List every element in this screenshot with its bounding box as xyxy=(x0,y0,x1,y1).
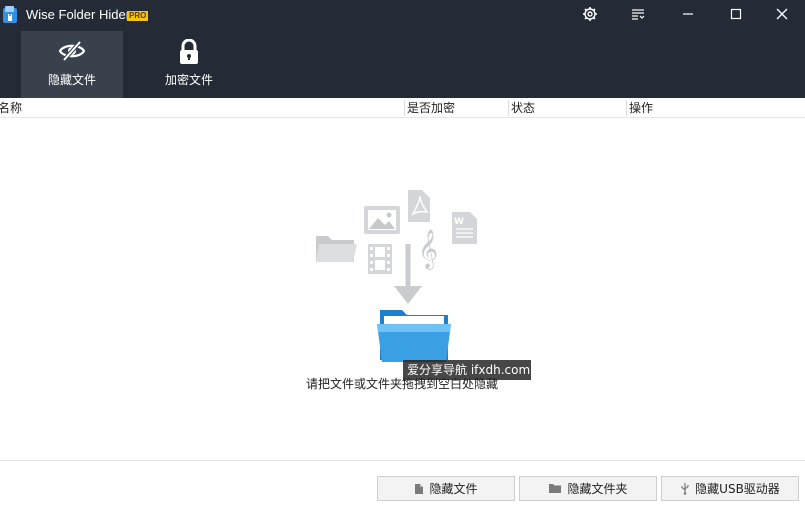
drop-zone[interactable]: W 𝄞 请把文件或文件夹拖拽到空白处隐藏 爱分享导航 ifxdh.com xyxy=(0,119,805,459)
image-file-icon xyxy=(364,206,400,234)
folder-icon xyxy=(548,483,562,494)
eye-slash-icon xyxy=(58,40,86,62)
folder-gray-icon xyxy=(316,236,357,262)
drag-files-illustration: W 𝄞 xyxy=(316,190,477,362)
hide-file-button[interactable]: 隐藏文件 xyxy=(377,476,515,501)
title-bar: Wise Folder Hider PRO xyxy=(0,0,805,30)
menu-list-icon xyxy=(632,9,645,20)
usb-icon xyxy=(680,482,690,495)
column-name[interactable]: 名称 xyxy=(0,98,404,118)
menu-button[interactable] xyxy=(615,0,661,28)
lock-icon xyxy=(180,39,198,64)
minimize-button[interactable] xyxy=(665,0,711,28)
close-button[interactable] xyxy=(759,0,805,28)
minimize-icon xyxy=(683,13,693,15)
tab-hide-file-label: 隐藏文件 xyxy=(47,73,96,87)
hide-folder-button[interactable]: 隐藏文件夹 xyxy=(519,476,657,501)
hide-usb-label: 隐藏USB驱动器 xyxy=(695,482,780,496)
hide-file-label: 隐藏文件 xyxy=(429,482,478,496)
video-file-icon xyxy=(368,244,392,274)
settings-button[interactable] xyxy=(567,0,613,28)
svg-text:𝄞: 𝄞 xyxy=(418,229,438,270)
hide-usb-button[interactable]: 隐藏USB驱动器 xyxy=(661,476,799,501)
gear-icon xyxy=(583,7,597,21)
column-encrypted[interactable]: 是否加密 xyxy=(405,98,508,118)
app-logo-icon xyxy=(3,6,17,23)
maximize-button[interactable] xyxy=(713,0,759,28)
music-note-icon: 𝄞 xyxy=(418,229,438,270)
header-bar: Wise Folder Hider PRO 隐藏文件 加密文件 xyxy=(0,0,805,98)
document-file-icon: W xyxy=(452,212,477,244)
pdf-file-icon xyxy=(408,190,430,222)
file-table-header: 名称 是否加密 状态 操作 xyxy=(0,98,805,118)
maximize-icon xyxy=(730,8,742,20)
watermark-overlay: 爱分享导航 ifxdh.com xyxy=(403,360,531,380)
tab-hide-file[interactable]: 隐藏文件 xyxy=(21,31,123,98)
tab-encrypt-file-label: 加密文件 xyxy=(164,73,213,87)
close-icon xyxy=(776,8,788,20)
column-status[interactable]: 状态 xyxy=(509,98,626,118)
tab-encrypt-file[interactable]: 加密文件 xyxy=(138,31,240,98)
column-actions[interactable]: 操作 xyxy=(627,98,805,118)
folder-blue-icon xyxy=(377,310,451,362)
app-window: Wise Folder Hider PRO 隐藏文件 加密文件 名称 是否加密 … xyxy=(0,0,805,511)
footer-divider xyxy=(0,460,805,461)
pro-badge: PRO xyxy=(127,11,149,21)
svg-text:W: W xyxy=(454,217,464,227)
hide-folder-label: 隐藏文件夹 xyxy=(567,482,628,496)
file-icon xyxy=(414,483,424,495)
app-title: Wise Folder Hider xyxy=(26,7,131,22)
